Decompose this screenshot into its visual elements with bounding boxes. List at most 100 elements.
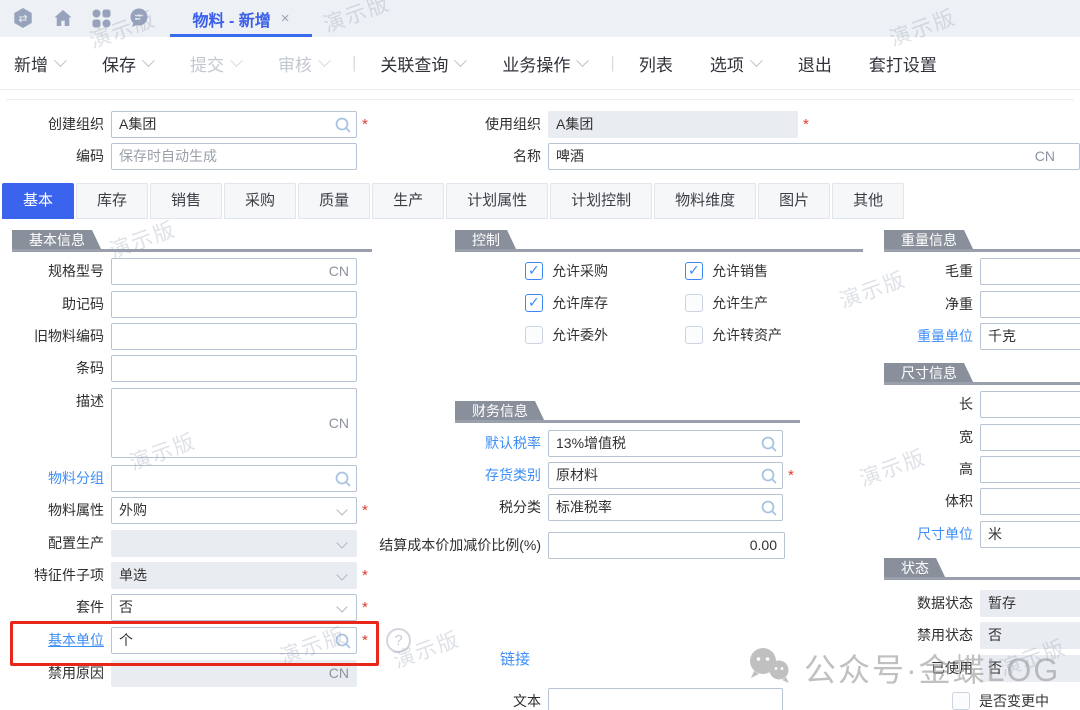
gross-weight-input[interactable] [980,258,1080,285]
app-logo-icon[interactable]: ⇄ [12,7,34,29]
inventory-category-label[interactable]: 存货类别 [402,462,548,489]
lang-suffix: CN [329,661,349,686]
close-icon[interactable]: × [281,10,290,27]
tab-sales[interactable]: 销售 [150,183,222,219]
barcode-input[interactable] [111,355,357,382]
business-ops-button[interactable]: 业务操作 [502,51,587,76]
tax-class-label: 税分类 [402,494,548,521]
text-label: 文本 [402,688,548,710]
checkbox[interactable] [685,262,703,280]
new-button[interactable]: 新增 [14,51,65,76]
volume-input[interactable] [980,488,1080,515]
link-section-title[interactable]: 链接 [500,648,530,669]
material-attr-select[interactable]: 外购 [111,497,357,524]
description-input[interactable]: CN [111,388,357,458]
checkbox[interactable] [525,262,543,280]
default-tax-field: 默认税率 13%增值税 [402,430,783,457]
save-button[interactable]: 保存 [102,51,153,76]
dimension-unit-input[interactable]: 米 [980,521,1080,548]
checkbox[interactable] [685,294,703,312]
message-icon[interactable] [128,7,150,29]
related-query-button[interactable]: 关联查询 [380,51,465,76]
dimension-unit-label[interactable]: 尺寸单位 [822,521,980,548]
length-input[interactable] [980,391,1080,418]
required-mark: * [803,111,809,138]
inventory-category-input[interactable]: 原材料 [548,462,783,489]
print-settings-button[interactable]: 套打设置 [869,51,937,76]
height-input[interactable] [980,456,1080,483]
used-status-value: 否 [980,655,1080,682]
mnemonic-input[interactable] [111,291,357,318]
chevron-down-icon[interactable] [455,54,468,67]
spec-label: 规格型号 [8,258,111,285]
search-icon[interactable] [334,116,352,142]
width-field: 宽 [822,424,1080,451]
document-tab[interactable]: 物料 - 新增 × [170,0,312,37]
settle-ratio-input[interactable]: 0.00 [548,532,785,559]
lang-suffix: CN [329,259,349,284]
help-icon[interactable]: ? [386,628,411,653]
checkbox[interactable] [685,326,703,344]
search-icon[interactable] [334,632,352,658]
tab-quality[interactable]: 质量 [298,183,370,219]
submit-button[interactable]: 提交 [190,51,241,76]
base-unit-input[interactable]: 个 [111,627,357,654]
chevron-down-icon[interactable] [142,54,155,67]
tab-plan-attr[interactable]: 计划属性 [446,183,548,219]
tax-class-input[interactable]: 标准税率 [548,494,783,521]
panel-divider [6,99,1074,100]
tab-inventory[interactable]: 库存 [76,183,148,219]
description-label: 描述 [8,388,111,415]
tab-production[interactable]: 生产 [372,183,444,219]
spec-input[interactable]: CN [111,258,357,285]
tab-purchase[interactable]: 采购 [224,183,296,219]
disable-status-label: 禁用状态 [822,622,980,649]
required-mark: * [362,627,368,654]
default-tax-label[interactable]: 默认税率 [402,430,548,457]
material-group-input[interactable] [111,465,357,492]
chevron-down-icon[interactable] [336,504,347,515]
weight-unit-input[interactable]: 千克 [980,323,1080,350]
gross-weight-field: 毛重 [822,258,1080,285]
length-field: 长 [822,391,1080,418]
chevron-down-icon[interactable] [336,601,347,612]
search-icon[interactable] [760,499,778,525]
checkbox[interactable] [952,692,970,710]
checkbox[interactable] [525,294,543,312]
options-button[interactable]: 选项 [710,51,761,76]
old-code-input[interactable] [111,323,357,350]
exit-button[interactable]: 退出 [798,51,832,76]
chevron-down-icon [336,569,347,580]
chevron-down-icon[interactable] [750,54,763,67]
home-icon[interactable] [52,7,74,29]
checkbox[interactable] [525,326,543,344]
checkbox-allow-sales: 允许销售 [685,261,768,281]
net-weight-input[interactable] [980,291,1080,318]
create-org-input[interactable]: A集团 [111,111,357,138]
code-input[interactable]: 保存时自动生成 [111,143,357,170]
list-button[interactable]: 列表 [639,51,673,76]
search-icon[interactable] [760,467,778,493]
width-input[interactable] [980,424,1080,451]
text-input[interactable] [548,688,783,710]
tab-plan-control[interactable]: 计划控制 [550,183,652,219]
suite-select[interactable]: 否 [111,594,357,621]
search-icon[interactable] [334,470,352,496]
audit-button[interactable]: 审核 [278,51,329,76]
default-tax-input[interactable]: 13%增值税 [548,430,783,457]
chevron-down-icon[interactable] [54,54,67,67]
material-group-label[interactable]: 物料分组 [8,465,111,492]
apps-grid-icon[interactable] [90,7,112,29]
tab-image[interactable]: 图片 [758,183,830,219]
checkbox-label: 允许库存 [552,293,608,313]
base-unit-label[interactable]: 基本单位 [8,627,111,654]
weight-unit-label[interactable]: 重量单位 [822,323,980,350]
tab-basic[interactable]: 基本 [2,183,74,219]
document-tab-title: 物料 - 新增 [193,7,271,31]
tab-material-dim[interactable]: 物料维度 [654,183,756,219]
search-icon[interactable] [760,435,778,461]
tab-other[interactable]: 其他 [832,183,904,219]
name-input[interactable]: 啤酒 CN [548,143,1080,170]
disable-status-field: 禁用状态 否 [822,622,1080,649]
chevron-down-icon[interactable] [577,54,590,67]
